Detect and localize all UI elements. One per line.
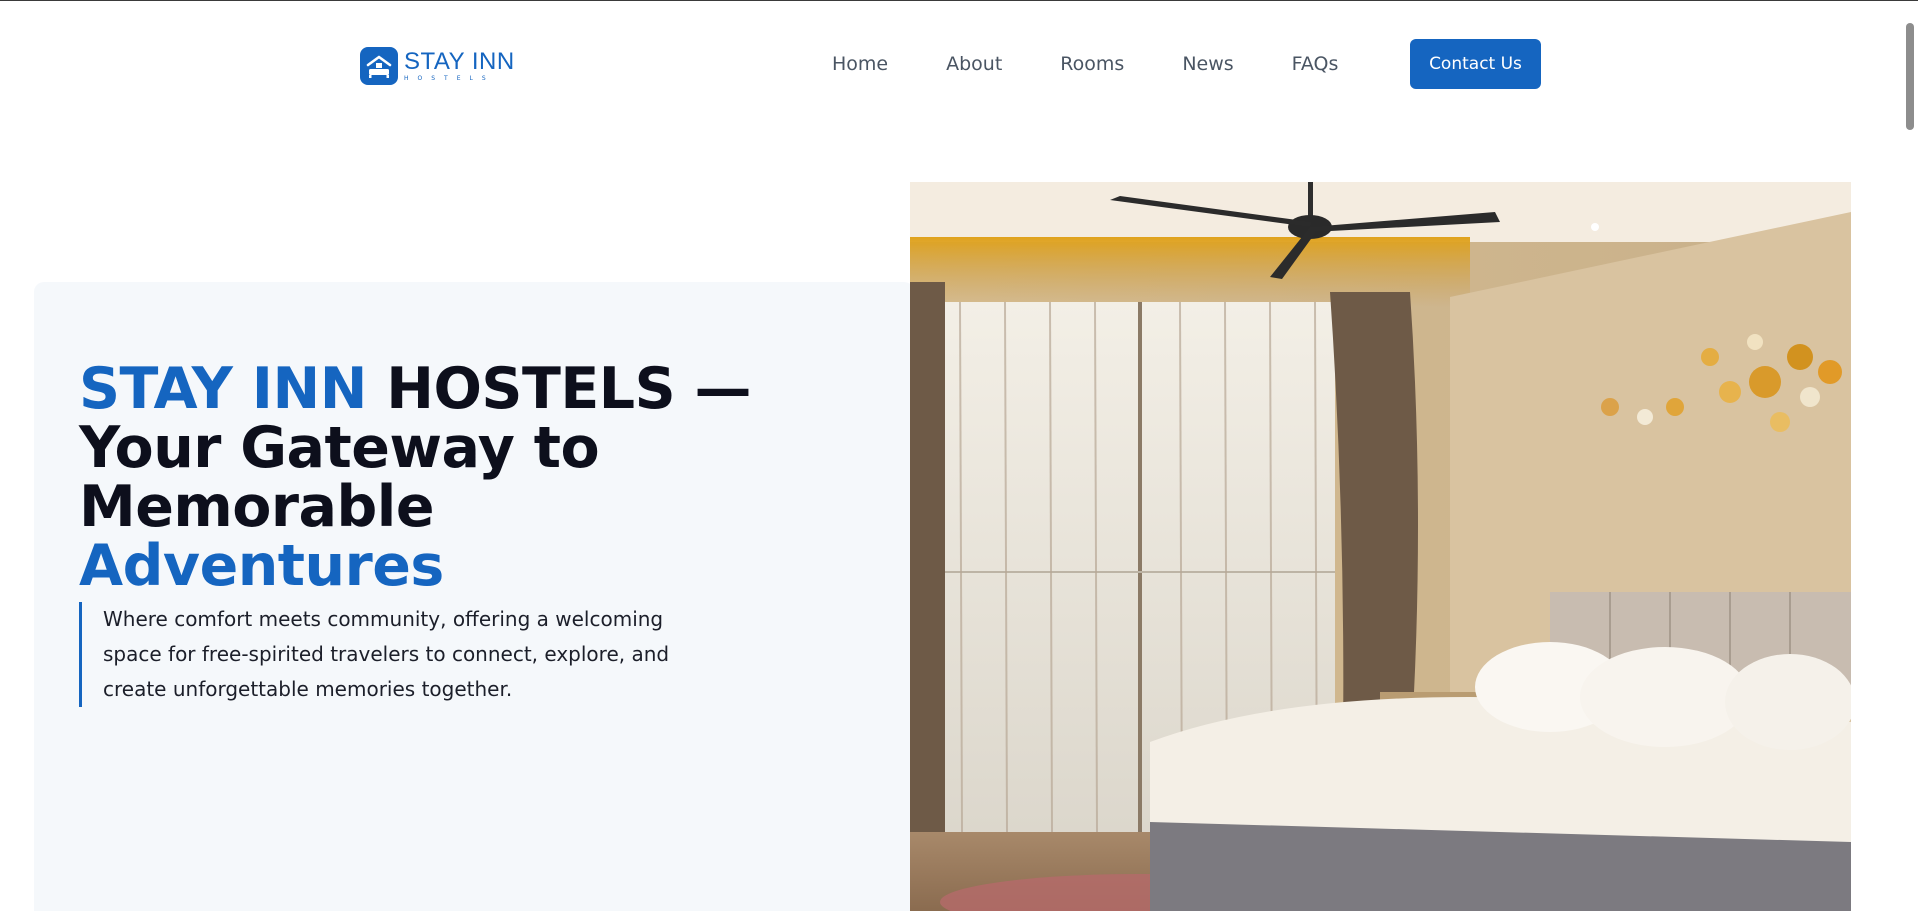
page: STAY INN HOSTELS Home About Rooms News F… bbox=[0, 0, 1918, 911]
nav-about[interactable]: About bbox=[946, 39, 1002, 89]
hero-title: STAY INN HOSTELS — Your Gateway to Memorab… bbox=[79, 360, 799, 596]
logo-name: STAY INN bbox=[404, 48, 515, 75]
contact-us-button[interactable]: Contact Us bbox=[1410, 39, 1541, 89]
vertical-scrollbar[interactable] bbox=[1900, 1, 1918, 911]
nav-news[interactable]: News bbox=[1182, 39, 1233, 89]
main-nav: Home About Rooms News FAQs Contact Us bbox=[832, 39, 1541, 89]
nav-home[interactable]: Home bbox=[832, 39, 888, 89]
hero-title-gateway: Your Gateway to bbox=[79, 415, 600, 481]
scrollbar-thumb[interactable] bbox=[1906, 23, 1914, 130]
hero-title-adventures: Adventures bbox=[79, 533, 444, 599]
hero-title-brand: STAY INN bbox=[79, 356, 367, 422]
nav-rooms[interactable]: Rooms bbox=[1060, 39, 1124, 89]
hero-description: Where comfort meets community, offering … bbox=[79, 602, 723, 707]
hero-title-memorable: Memorable bbox=[79, 474, 435, 540]
hotel-room-image bbox=[910, 182, 1851, 911]
logo[interactable]: STAY INN HOSTELS bbox=[360, 47, 515, 85]
site-header: STAY INN HOSTELS Home About Rooms News F… bbox=[0, 1, 1900, 131]
hero-title-hostels: HOSTELS — bbox=[366, 356, 751, 422]
hotel-bed-icon bbox=[360, 47, 398, 85]
nav-faqs[interactable]: FAQs bbox=[1292, 39, 1339, 89]
logo-subtitle: HOSTELS bbox=[404, 75, 495, 82]
